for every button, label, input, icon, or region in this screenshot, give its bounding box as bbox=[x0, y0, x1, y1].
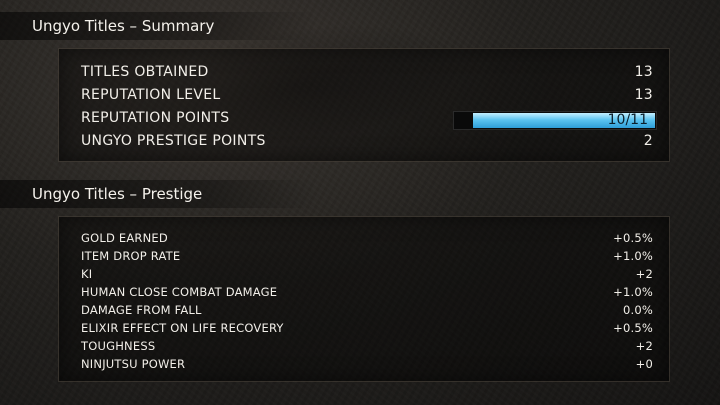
stat-row-reputation-points: REPUTATION POINTS bbox=[81, 107, 229, 129]
prestige-label: NINJUTSU POWER bbox=[81, 356, 186, 371]
prestige-label: ITEM DROP RATE bbox=[81, 248, 181, 263]
stat-label: REPUTATION LEVEL bbox=[81, 87, 221, 103]
stat-label: UNGYO PRESTIGE POINTS bbox=[81, 133, 266, 149]
prestige-panel: GOLD EARNED +0.5% ITEM DROP RATE +1.0% K… bbox=[58, 216, 670, 382]
stat-row-titles-obtained: TITLES OBTAINED 13 bbox=[81, 61, 653, 83]
summary-title: Ungyo Titles – Summary bbox=[0, 12, 452, 40]
stat-label: TITLES OBTAINED bbox=[81, 64, 209, 80]
prestige-row: ITEM DROP RATE +1.0% bbox=[81, 247, 653, 264]
prestige-row: KI +2 bbox=[81, 265, 653, 282]
prestige-label: ELIXIR EFFECT ON LIFE RECOVERY bbox=[81, 320, 284, 335]
reputation-progress-bar: 10/11 bbox=[453, 111, 657, 130]
stat-value: 13 bbox=[634, 87, 653, 103]
prestige-label: HUMAN CLOSE COMBAT DAMAGE bbox=[81, 284, 278, 299]
prestige-value: +1.0% bbox=[613, 248, 653, 263]
prestige-label: KI bbox=[81, 266, 93, 281]
stat-value: 13 bbox=[634, 64, 653, 80]
stat-label: REPUTATION POINTS bbox=[81, 110, 230, 126]
stat-row-reputation-level: REPUTATION LEVEL 13 bbox=[81, 84, 653, 106]
prestige-label: GOLD EARNED bbox=[81, 230, 168, 245]
prestige-row: ELIXIR EFFECT ON LIFE RECOVERY +0.5% bbox=[81, 319, 653, 336]
prestige-row: NINJUTSU POWER +0 bbox=[81, 355, 653, 372]
prestige-row: GOLD EARNED +0.5% bbox=[81, 229, 653, 246]
stat-value: 2 bbox=[643, 133, 653, 149]
prestige-value: +0 bbox=[635, 356, 653, 371]
summary-panel: TITLES OBTAINED 13 REPUTATION LEVEL 13 R… bbox=[58, 48, 670, 162]
prestige-value: +0.5% bbox=[613, 230, 653, 245]
prestige-value: +2 bbox=[635, 266, 653, 281]
prestige-row: HUMAN CLOSE COMBAT DAMAGE +1.0% bbox=[81, 283, 653, 300]
prestige-row: TOUGHNESS +2 bbox=[81, 337, 653, 354]
stat-row-prestige-points: UNGYO PRESTIGE POINTS 2 bbox=[81, 130, 653, 152]
prestige-value: 0.0% bbox=[622, 302, 653, 317]
prestige-value: +0.5% bbox=[613, 320, 653, 335]
reputation-points-value: 10/11 bbox=[607, 112, 648, 128]
prestige-value: +1.0% bbox=[613, 284, 653, 299]
prestige-row: DAMAGE FROM FALL 0.0% bbox=[81, 301, 653, 318]
prestige-label: TOUGHNESS bbox=[81, 338, 156, 353]
prestige-label: DAMAGE FROM FALL bbox=[81, 302, 202, 317]
prestige-title: Ungyo Titles – Prestige bbox=[0, 180, 452, 208]
prestige-value: +2 bbox=[635, 338, 653, 353]
